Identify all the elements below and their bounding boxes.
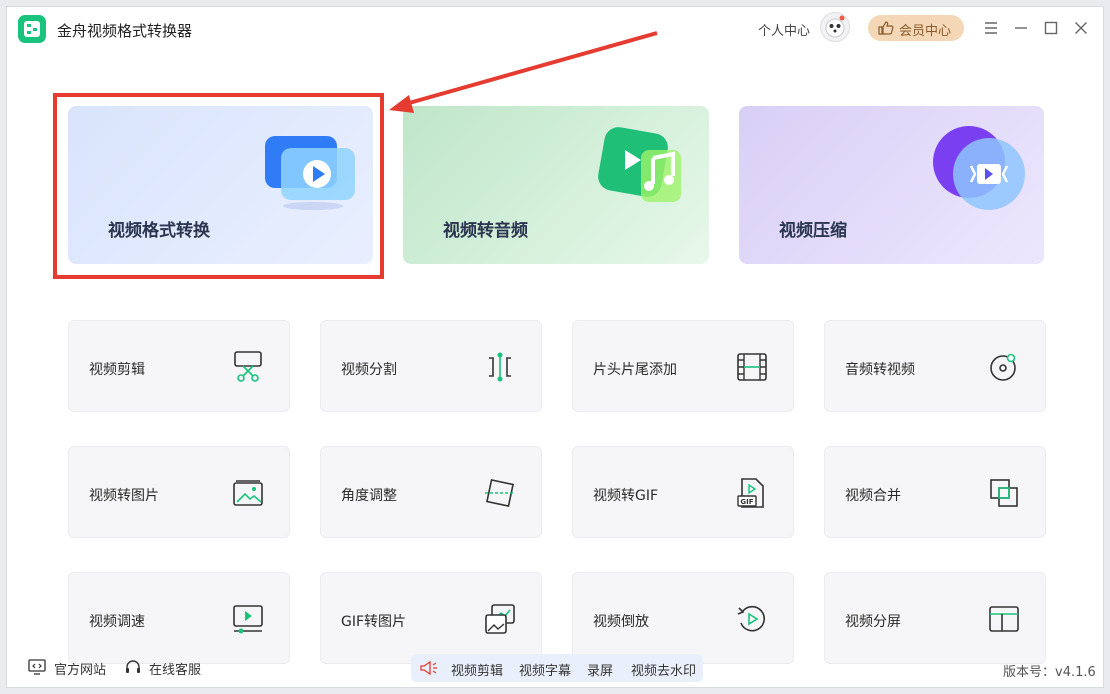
tool-label: 视频转图片	[89, 488, 159, 504]
tool-angle-adjust[interactable]: 角度调整	[320, 446, 542, 538]
music-note-icon	[595, 124, 691, 220]
image-icon	[231, 476, 265, 510]
maximize-icon[interactable]	[1040, 17, 1062, 39]
feature-card-label: 视频压缩	[779, 221, 847, 241]
feature-card-video-compress[interactable]: 视频压缩	[739, 106, 1044, 264]
megaphone-icon	[419, 660, 439, 680]
vip-center-button[interactable]: 会员中心	[868, 15, 964, 41]
tool-label: 视频调速	[89, 614, 145, 630]
tool-label: 音频转视频	[845, 362, 915, 378]
rotate-frame-icon	[483, 476, 517, 510]
close-icon[interactable]	[1070, 17, 1092, 39]
quick-link-video-edit[interactable]: 视频剪辑	[451, 660, 503, 679]
official-site-link[interactable]: 官方网站	[54, 659, 106, 678]
svg-text:GIF: GIF	[740, 498, 753, 506]
gif-file-icon: GIF	[735, 476, 769, 510]
split-screen-icon	[987, 602, 1021, 636]
quick-link-screen-record[interactable]: 录屏	[587, 660, 613, 679]
app-logo-icon	[18, 15, 46, 43]
tool-video-merge[interactable]: 视频合并	[824, 446, 1046, 538]
tool-label: 视频合并	[845, 488, 901, 504]
tool-video-to-gif[interactable]: 视频转GIF GIF	[572, 446, 794, 538]
thumbs-up-icon	[878, 21, 894, 39]
film-strip-icon	[735, 350, 769, 384]
personal-center-link[interactable]: 个人中心	[758, 20, 810, 39]
music-disc-icon	[987, 350, 1021, 384]
online-service-link[interactable]: 在线客服	[149, 659, 201, 678]
tool-label: GIF转图片	[341, 614, 407, 630]
tool-label: 视频分割	[341, 362, 397, 378]
tool-video-to-image[interactable]: 视频转图片	[68, 446, 290, 538]
version-label: 版本号：v4.1.6	[1003, 665, 1096, 680]
compress-icon	[929, 122, 1033, 218]
quick-link-subtitles[interactable]: 视频字幕	[519, 660, 571, 679]
tool-label: 视频倒放	[593, 614, 649, 630]
highlight-box	[53, 93, 384, 279]
tool-label: 视频转GIF	[593, 488, 659, 504]
app-window: 金舟视频格式转换器 个人中心 会员中心 视频格式转换 视频转音频 视频压缩 视频…	[6, 6, 1104, 688]
minimize-icon[interactable]	[1010, 17, 1032, 39]
scissors-icon	[231, 350, 265, 384]
vip-center-label: 会员中心	[899, 24, 952, 39]
tool-video-edit[interactable]: 视频剪辑	[68, 320, 290, 412]
feature-card-label: 视频转音频	[443, 221, 528, 241]
monitor-icon	[28, 659, 46, 679]
tool-label: 视频分屏	[845, 614, 901, 630]
speed-icon	[231, 602, 265, 636]
tool-label: 角度调整	[341, 488, 397, 504]
tool-label: 视频剪辑	[89, 362, 145, 378]
headset-icon	[124, 659, 142, 679]
avatar[interactable]	[820, 12, 850, 42]
split-icon	[483, 350, 517, 384]
app-title: 金舟视频格式转换器	[57, 22, 193, 40]
quick-links-bar: 视频剪辑 视频字幕 录屏 视频去水印	[411, 654, 703, 682]
reverse-play-icon	[735, 602, 769, 636]
title-bar: 金舟视频格式转换器 个人中心 会员中心	[7, 7, 1103, 51]
merge-icon	[987, 476, 1021, 510]
quick-link-remove-watermark[interactable]: 视频去水印	[631, 660, 696, 679]
menu-icon[interactable]	[980, 17, 1002, 39]
tool-intro-outro[interactable]: 片头片尾添加	[572, 320, 794, 412]
tool-video-split[interactable]: 视频分割	[320, 320, 542, 412]
tool-audio-to-video[interactable]: 音频转视频	[824, 320, 1046, 412]
tool-label: 片头片尾添加	[593, 362, 677, 378]
gif-image-icon	[483, 602, 517, 636]
feature-card-video-to-audio[interactable]: 视频转音频	[403, 106, 709, 264]
